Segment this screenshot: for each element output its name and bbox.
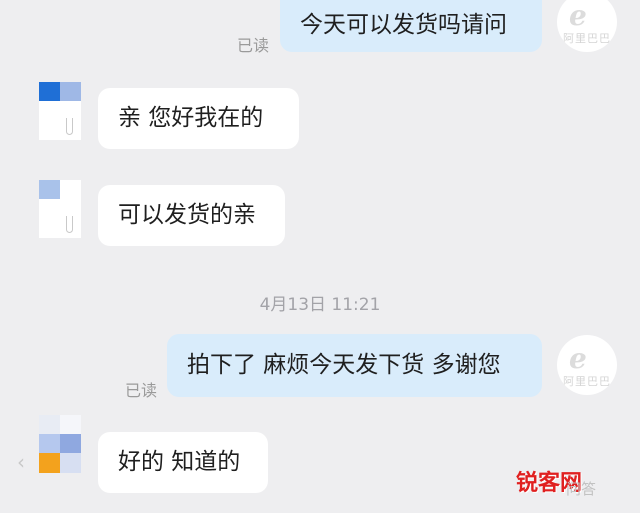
chat-window: 已读 今天可以发货吗请问 e 阿里巴巴 亲 您好我在的 可以发货的亲 4月13日… <box>0 0 640 513</box>
message-text: 拍下了 麻烦今天发下货 多谢您 <box>187 352 501 378</box>
logo-text: 阿里巴巴 <box>563 32 611 45</box>
message-text: 好的 知道的 <box>118 449 241 475</box>
contact-avatar[interactable] <box>39 180 81 238</box>
alibaba-logo-icon[interactable]: e 阿里巴巴 <box>557 335 617 395</box>
logo-mark: e <box>569 0 587 32</box>
logo-mark: e <box>569 342 587 375</box>
message-bubble-outgoing[interactable]: 今天可以发货吗请问 <box>280 0 542 52</box>
chevron-left-icon[interactable]: ‹ <box>17 450 25 474</box>
contact-avatar[interactable] <box>39 415 81 473</box>
message-text: 可以发货的亲 <box>118 202 256 228</box>
contact-avatar[interactable] <box>39 82 81 140</box>
logo-text: 阿里巴巴 <box>563 375 611 388</box>
message-bubble-incoming[interactable]: 亲 您好我在的 <box>98 88 299 149</box>
message-bubble-incoming[interactable]: 可以发货的亲 <box>98 185 285 246</box>
message-timestamp: 4月13日 11:21 <box>259 295 381 315</box>
read-status: 已读 <box>125 381 158 400</box>
message-text: 今天可以发货吗请问 <box>300 11 507 38</box>
watermark-site: 问答 <box>566 480 597 498</box>
message-text: 亲 您好我在的 <box>118 105 264 131</box>
alibaba-logo-icon[interactable]: e 阿里巴巴 <box>557 0 617 52</box>
read-status: 已读 <box>237 36 270 55</box>
message-bubble-incoming[interactable]: 好的 知道的 <box>98 432 268 493</box>
message-bubble-outgoing[interactable]: 拍下了 麻烦今天发下货 多谢您 <box>167 334 542 397</box>
